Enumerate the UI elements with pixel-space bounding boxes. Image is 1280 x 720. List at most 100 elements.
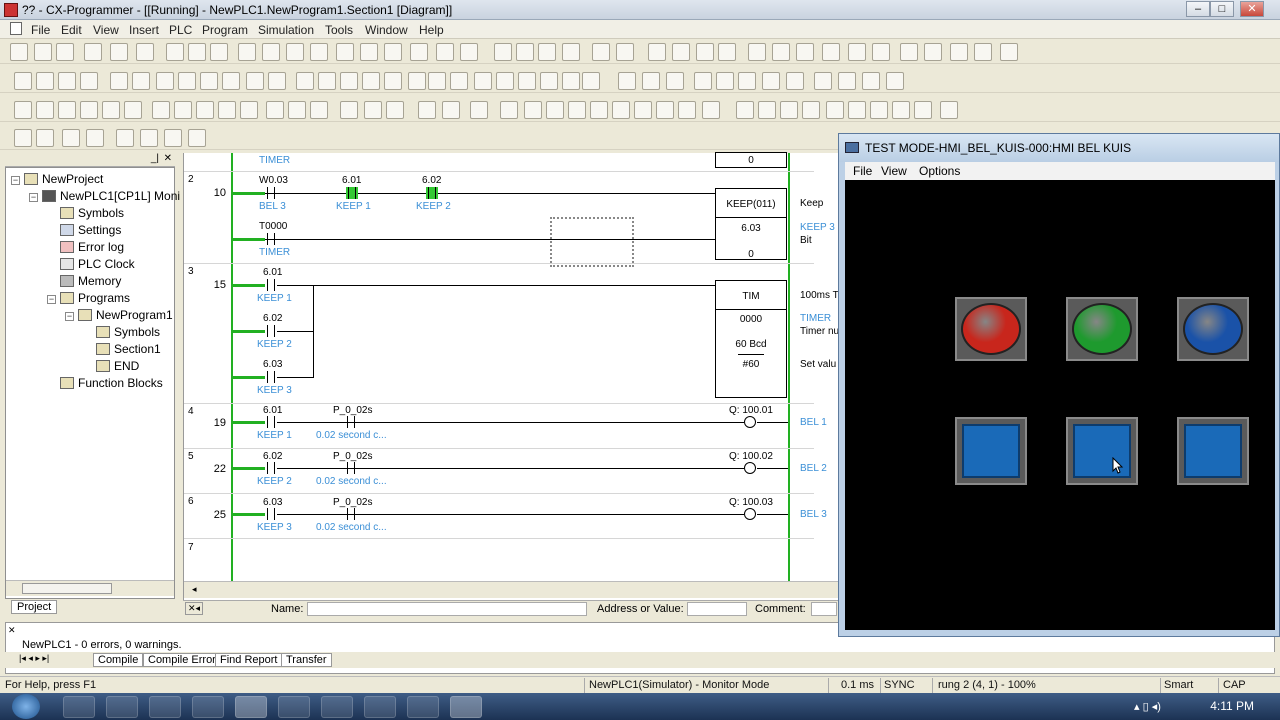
- toolbar-button-icon[interactable]: [642, 72, 660, 90]
- contact-w0-03[interactable]: [265, 187, 277, 199]
- contact-t0000[interactable]: [265, 233, 277, 245]
- toolbar-button-icon[interactable]: [678, 101, 696, 119]
- collapse-icon[interactable]: −: [29, 193, 38, 202]
- hmi-app-icon[interactable]: [450, 696, 482, 718]
- tree-item-symbols[interactable]: Symbols: [60, 206, 124, 220]
- toolbar-button-icon[interactable]: [802, 101, 820, 119]
- toolbar-button-icon[interactable]: [262, 43, 280, 61]
- tree-item-plc[interactable]: NewPLC1[CP1L] Moni: [42, 189, 180, 203]
- push-button-face[interactable]: [1184, 424, 1242, 478]
- diagram-scrollbar[interactable]: ◂: [184, 581, 839, 598]
- tree-item-section1[interactable]: Section1: [96, 342, 161, 356]
- toolbar-button-icon[interactable]: [268, 72, 286, 90]
- toolbar-button-icon[interactable]: [178, 72, 196, 90]
- tim-instruction-box[interactable]: TIM 0000 60 Bcd #60: [715, 280, 787, 398]
- comment-field[interactable]: [811, 602, 837, 616]
- scroll-left-icon[interactable]: ◂: [192, 584, 197, 595]
- tab-compile[interactable]: Compile: [93, 653, 144, 667]
- toolbar-button-icon[interactable]: [34, 43, 52, 61]
- menu-tools[interactable]: Tools: [325, 23, 353, 37]
- app-icon[interactable]: [407, 696, 439, 718]
- toolbar-button-icon[interactable]: [364, 101, 382, 119]
- toolbar-button-icon[interactable]: [362, 72, 380, 90]
- start-button[interactable]: [12, 694, 40, 719]
- toolbar-button-icon[interactable]: [900, 43, 918, 61]
- menu-window[interactable]: Window: [365, 23, 408, 37]
- tab-compile-error[interactable]: Compile Error: [143, 653, 221, 667]
- explorer-icon[interactable]: [106, 696, 138, 718]
- maximize-button[interactable]: □: [1210, 1, 1234, 17]
- tree-item-programs[interactable]: Programs: [60, 291, 130, 305]
- toolbar-button-icon[interactable]: [524, 101, 542, 119]
- toolbar-button-icon[interactable]: [562, 72, 580, 90]
- toolbar-button-icon[interactable]: [562, 43, 580, 61]
- contact-6-03[interactable]: [265, 508, 277, 520]
- output-coil-100-01[interactable]: [744, 416, 756, 428]
- toolbar-button-icon[interactable]: [474, 72, 492, 90]
- doc-icon[interactable]: [10, 22, 22, 35]
- toolbar-button-icon[interactable]: [924, 43, 942, 61]
- toolbar-button-icon[interactable]: [14, 101, 32, 119]
- tree-item-end[interactable]: END: [96, 359, 139, 373]
- toolbar-button-icon[interactable]: [84, 43, 102, 61]
- toolbar-button-icon[interactable]: [152, 101, 170, 119]
- toolbar-button-icon[interactable]: [862, 72, 880, 90]
- panel-dock-icon[interactable]: _|: [151, 153, 159, 164]
- menu-help[interactable]: Help: [419, 23, 444, 37]
- nav-icon[interactable]: ✕◂: [185, 602, 204, 615]
- push-button-3[interactable]: [1177, 417, 1249, 485]
- toolbar-button-icon[interactable]: [870, 101, 888, 119]
- toolbar-button-icon[interactable]: [36, 129, 54, 147]
- chrome-icon[interactable]: [149, 696, 181, 718]
- push-button-face[interactable]: [962, 424, 1020, 478]
- toolbar-button-icon[interactable]: [110, 72, 128, 90]
- toolbar-button-icon[interactable]: [540, 72, 558, 90]
- collapse-icon[interactable]: −: [11, 176, 20, 185]
- toolbar-button-icon[interactable]: [974, 43, 992, 61]
- hmi-menu-options[interactable]: Options: [919, 164, 960, 178]
- tab-project[interactable]: Project: [11, 600, 58, 614]
- toolbar-button-icon[interactable]: [814, 72, 832, 90]
- contact-6-03[interactable]: [265, 371, 277, 383]
- toolbar-button-icon[interactable]: [386, 101, 404, 119]
- toolbar-button-icon[interactable]: [384, 43, 402, 61]
- toolbar-button-icon[interactable]: [702, 101, 720, 119]
- toolbar-button-icon[interactable]: [14, 129, 32, 147]
- toolbar-button-icon[interactable]: [116, 129, 134, 147]
- toolbar-button-icon[interactable]: [618, 72, 636, 90]
- ie-icon[interactable]: [63, 696, 95, 718]
- toolbar-button-icon[interactable]: [340, 72, 358, 90]
- toolbar-button-icon[interactable]: [200, 72, 218, 90]
- toolbar-button-icon[interactable]: [222, 72, 240, 90]
- toolbar-button-icon[interactable]: [496, 72, 514, 90]
- tree-item-newprogram1[interactable]: NewProgram1: [78, 308, 173, 322]
- menu-plc[interactable]: PLC: [169, 23, 192, 37]
- toolbar-button-icon[interactable]: [156, 72, 174, 90]
- toolbar-button-icon[interactable]: [110, 43, 128, 61]
- toolbar-button-icon[interactable]: [848, 43, 866, 61]
- toolbar-button-icon[interactable]: [408, 72, 426, 90]
- keep-instruction-box[interactable]: KEEP(011) 6.03 0: [715, 188, 787, 260]
- toolbar-button-icon[interactable]: [442, 101, 460, 119]
- app-icon[interactable]: [364, 696, 396, 718]
- toolbar-button-icon[interactable]: [10, 43, 28, 61]
- toolbar-button-icon[interactable]: [838, 72, 856, 90]
- tree-item-memory[interactable]: Memory: [60, 274, 121, 288]
- toolbar-button-icon[interactable]: [634, 101, 652, 119]
- collapse-icon[interactable]: −: [47, 295, 56, 304]
- toolbar-button-icon[interactable]: [418, 101, 436, 119]
- toolbar-button-icon[interactable]: [56, 43, 74, 61]
- toolbar-button-icon[interactable]: [318, 72, 336, 90]
- app-icon[interactable]: [192, 696, 224, 718]
- toolbar-button-icon[interactable]: [246, 72, 264, 90]
- minimize-button[interactable]: –: [1186, 1, 1210, 17]
- toolbar-button-icon[interactable]: [796, 43, 814, 61]
- toolbar-button-icon[interactable]: [196, 101, 214, 119]
- toolbar-button-icon[interactable]: [612, 101, 630, 119]
- contact-p-0-02s[interactable]: [345, 508, 357, 520]
- recorder-icon[interactable]: [321, 696, 353, 718]
- menu-view[interactable]: View: [93, 23, 119, 37]
- toolbar-button-icon[interactable]: [174, 101, 192, 119]
- toolbar-button-icon[interactable]: [360, 43, 378, 61]
- toolbar-button-icon[interactable]: [296, 72, 314, 90]
